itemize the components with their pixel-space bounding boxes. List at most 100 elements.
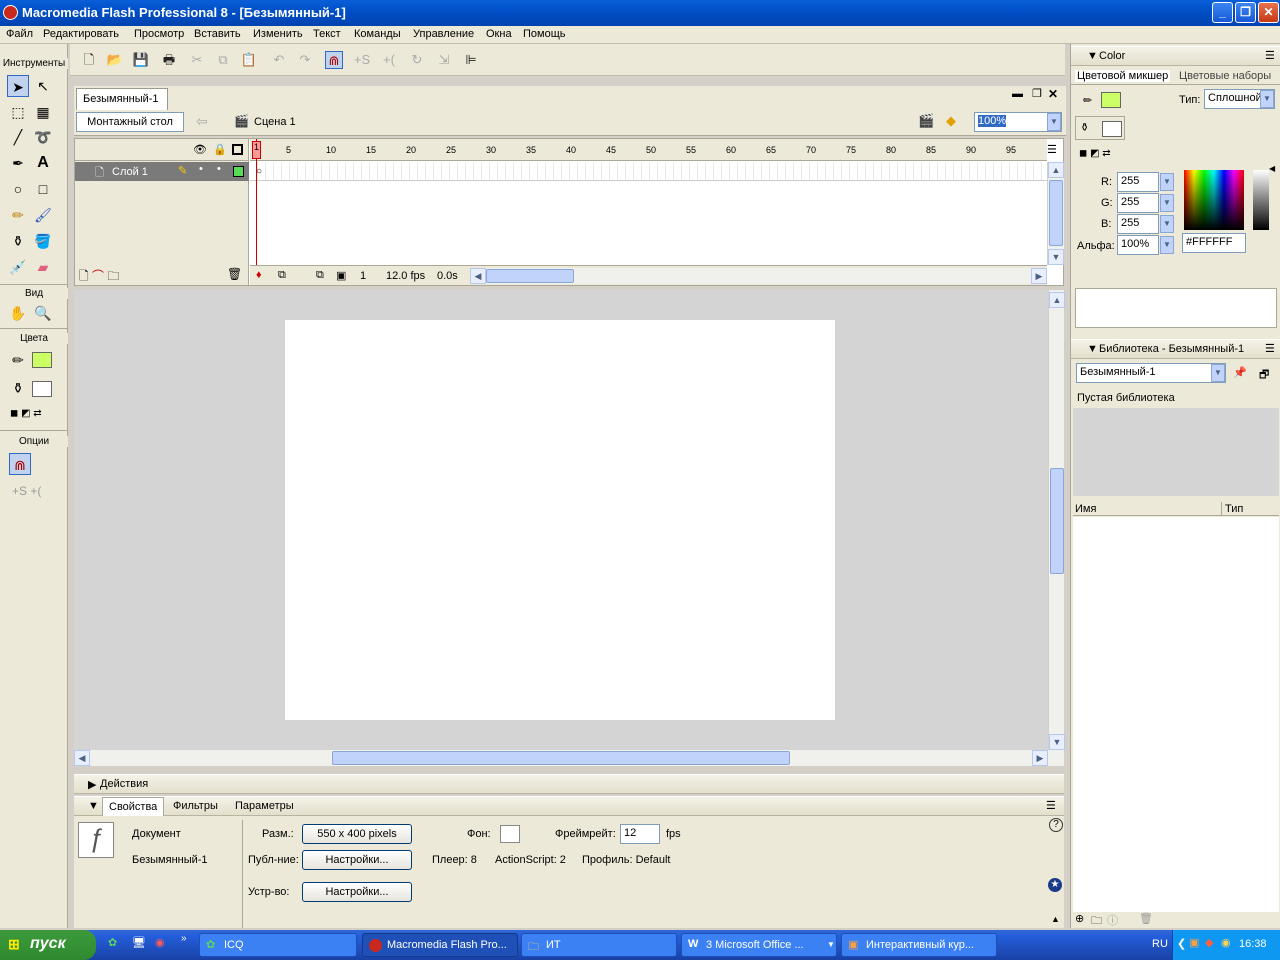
rotate-icon[interactable]: ↻ bbox=[408, 51, 426, 69]
timeline-vscroll-thumb[interactable] bbox=[1049, 180, 1063, 246]
size-button[interactable]: 550 x 400 pixels bbox=[302, 824, 412, 844]
snap-to-objects-icon[interactable]: ⋒ bbox=[325, 51, 343, 69]
doc-minimize-icon[interactable]: ▬ bbox=[1012, 88, 1023, 100]
new-library-panel-icon[interactable]: 🗗 bbox=[1259, 366, 1269, 385]
stage-vscroll[interactable]: ▲ ▼ bbox=[1048, 290, 1065, 750]
zoom-tool-icon[interactable]: 🔍 bbox=[32, 302, 54, 324]
timeline-vscroll-up-icon[interactable]: ▲ bbox=[1048, 162, 1064, 178]
mixer-stroke-swatch[interactable] bbox=[1101, 92, 1121, 108]
task-flash[interactable]: Macromedia Flash Pro... bbox=[362, 933, 518, 957]
back-arrow-icon[interactable]: ⇦ bbox=[196, 113, 208, 130]
timeline-vscroll-down-icon[interactable]: ▼ bbox=[1048, 249, 1064, 265]
scale-icon[interactable]: ⇲ bbox=[435, 51, 453, 69]
menu-view[interactable]: Просмотр bbox=[134, 28, 184, 40]
close-button[interactable]: ✕ bbox=[1258, 2, 1279, 23]
blue-dropdown-icon[interactable]: ▼ bbox=[1160, 215, 1174, 233]
paint-bucket-tool-icon[interactable]: 🪣 bbox=[32, 230, 54, 252]
align-icon[interactable]: ⊫ bbox=[462, 51, 480, 69]
undo-icon[interactable]: ↶ bbox=[270, 51, 288, 69]
tray-app-icon[interactable]: ▣ bbox=[1189, 936, 1199, 949]
edit-symbols-icon[interactable]: ◆ bbox=[946, 113, 956, 129]
pin-library-icon[interactable]: 📌 bbox=[1233, 366, 1247, 379]
playhead[interactable]: 1 bbox=[252, 141, 261, 159]
brightness-slider[interactable] bbox=[1253, 170, 1269, 230]
print-icon[interactable]: 🖶 bbox=[160, 51, 178, 69]
subselection-tool-icon[interactable]: ↖ bbox=[32, 75, 54, 97]
library-col-type[interactable]: Тип bbox=[1225, 503, 1243, 515]
save-icon[interactable]: 💾 bbox=[132, 51, 150, 69]
task-course[interactable]: ▣ Интерактивный кур... bbox=[841, 933, 997, 957]
color-panel-header[interactable]: ▼ Color ☰ bbox=[1071, 46, 1280, 66]
hand-tool-icon[interactable]: ✋ bbox=[7, 302, 29, 324]
zoom-select[interactable]: 100% ▼ bbox=[974, 112, 1062, 132]
stage-vscroll-thumb[interactable] bbox=[1050, 468, 1064, 574]
layer-lock-dot[interactable]: • bbox=[217, 163, 221, 175]
color-spectrum[interactable] bbox=[1184, 170, 1244, 230]
show-hide-icon[interactable]: 👁 bbox=[193, 143, 207, 156]
menu-control[interactable]: Управление bbox=[413, 28, 474, 40]
delete-item-icon[interactable]: 🗑 bbox=[1139, 912, 1153, 925]
actions-panel-header[interactable]: ▶ Действия bbox=[74, 774, 1064, 794]
stage-hscroll-right-icon[interactable]: ▶ bbox=[1032, 750, 1048, 766]
tab-filters[interactable]: Фильтры bbox=[173, 800, 218, 812]
stage-vscroll-down-icon[interactable]: ▼ bbox=[1049, 734, 1065, 750]
fill-type-select[interactable]: Сплошной ▼ bbox=[1204, 89, 1275, 109]
menu-window[interactable]: Окна bbox=[486, 28, 512, 40]
delete-layer-icon[interactable]: 🗑 bbox=[227, 267, 242, 281]
layer-outline-color[interactable] bbox=[233, 166, 244, 177]
tab-parameters[interactable]: Параметры bbox=[235, 800, 294, 812]
stage-hscroll-left-icon[interactable]: ◀ bbox=[74, 750, 90, 766]
text-tool-icon[interactable]: A bbox=[32, 152, 54, 174]
task-office[interactable]: W 3 Microsoft Office ... ▼ bbox=[681, 933, 837, 957]
pen-tool-icon[interactable]: ✒ bbox=[7, 152, 29, 174]
red-input[interactable]: 255 bbox=[1117, 172, 1159, 192]
new-symbol-icon[interactable]: ⊕ bbox=[1075, 912, 1084, 925]
free-transform-tool-icon[interactable]: ⬚ bbox=[7, 101, 29, 123]
insert-folder-icon[interactable]: 🗀 bbox=[107, 269, 119, 283]
frame-row[interactable]: ○ bbox=[250, 162, 1047, 181]
doc-restore-icon[interactable]: ❐ bbox=[1032, 87, 1042, 100]
task-icq[interactable]: ✿ ICQ bbox=[199, 933, 357, 957]
line-tool-icon[interactable]: ╱ bbox=[7, 126, 29, 148]
color-menu-icon[interactable]: ☰ bbox=[1265, 49, 1275, 62]
copy-icon[interactable]: ⧉ bbox=[214, 51, 232, 69]
add-motion-guide-icon[interactable]: ⌒ bbox=[92, 269, 104, 283]
lock-icon[interactable]: 🔒 bbox=[213, 143, 227, 156]
paste-icon[interactable]: 📋 bbox=[240, 51, 258, 69]
stage[interactable] bbox=[285, 320, 835, 720]
desktop-quicklaunch-icon[interactable]: 🖥 bbox=[132, 936, 146, 949]
tray-shield-icon[interactable]: ◆ bbox=[1205, 936, 1213, 949]
brightness-arrow-icon[interactable]: ◀ bbox=[1269, 164, 1275, 173]
menu-insert[interactable]: Вставить bbox=[194, 28, 241, 40]
eraser-tool-icon[interactable]: ▰ bbox=[32, 256, 54, 278]
zoom-dropdown-icon[interactable]: ▼ bbox=[1047, 113, 1061, 131]
fill-transform-tool-icon[interactable]: ▦ bbox=[32, 101, 54, 123]
timeline-menu-icon[interactable]: ☰ bbox=[1047, 143, 1057, 156]
fill-color-swatch[interactable] bbox=[32, 381, 52, 397]
library-doc-dropdown-icon[interactable]: ▼ bbox=[1211, 364, 1225, 382]
redo-icon[interactable]: ↷ bbox=[296, 51, 314, 69]
tab-color-mixer[interactable]: Цветовой микшер bbox=[1075, 70, 1171, 82]
edit-scene-icon[interactable]: 🎬 bbox=[918, 113, 934, 129]
oval-tool-icon[interactable]: ○ bbox=[7, 178, 29, 200]
panel-collapse-icon[interactable]: ▲ bbox=[1051, 914, 1060, 924]
ink-bottle-tool-icon[interactable]: ⚱ bbox=[7, 230, 29, 252]
menu-text[interactable]: Текст bbox=[313, 28, 341, 40]
selection-tool-icon[interactable]: ➤ bbox=[7, 75, 29, 97]
library-panel-header[interactable]: ▼ Библиотека - Безымянный-1 ☰ bbox=[1071, 339, 1280, 359]
smooth-icon[interactable]: +S bbox=[353, 51, 371, 69]
frame-ruler[interactable]: 15101520253035404550556065707580859095 bbox=[250, 139, 1047, 161]
opera-quicklaunch-icon[interactable]: ◉ bbox=[155, 936, 165, 949]
properties-menu-icon[interactable]: ☰ bbox=[1046, 799, 1056, 812]
timeline-vscroll[interactable]: ▲ ▼ bbox=[1047, 162, 1064, 265]
background-color-swatch[interactable] bbox=[500, 825, 520, 843]
green-dropdown-icon[interactable]: ▼ bbox=[1160, 194, 1174, 212]
lasso-tool-icon[interactable]: ➰ bbox=[32, 126, 54, 148]
alpha-input[interactable]: 100% bbox=[1117, 235, 1159, 255]
tray-expand-icon[interactable]: ❮ bbox=[1177, 937, 1186, 950]
color-swap-icons[interactable]: ◼ ◩ ⇄ bbox=[1079, 148, 1111, 159]
properties-icon[interactable]: ⓘ bbox=[1107, 912, 1118, 928]
center-frame-icon[interactable]: ♦ bbox=[256, 269, 262, 281]
quicklaunch-more-icon[interactable]: » bbox=[181, 933, 187, 944]
hex-input[interactable]: #FFFFFF bbox=[1182, 233, 1246, 253]
